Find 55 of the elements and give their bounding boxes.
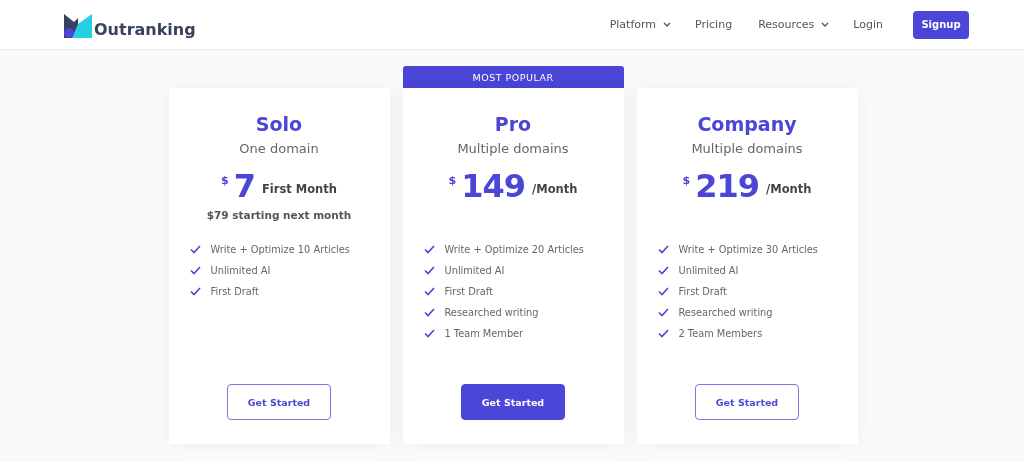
- feature-text: 2 Team Members: [678, 328, 763, 339]
- get-started-button[interactable]: Get Started: [695, 384, 799, 420]
- check-icon: [189, 245, 201, 254]
- nav-link[interactable]: Platform: [609, 18, 672, 31]
- currency-symbol: $: [221, 174, 229, 187]
- most-popular-banner: MOST POPULAR: [402, 66, 624, 88]
- price-period: /Month: [766, 182, 812, 196]
- plan-subtitle: Multiple domains: [691, 141, 803, 156]
- feature-text: 1 Team Member: [444, 328, 524, 339]
- get-started-button[interactable]: Get Started: [461, 384, 565, 420]
- price-amount: 219: [695, 168, 759, 204]
- check-icon: [423, 245, 435, 254]
- chevron-down-icon: [821, 22, 830, 27]
- feature-text: Write + Optimize 20 Articles: [444, 244, 584, 255]
- nav-link[interactable]: Resources: [758, 18, 830, 31]
- check-icon: [657, 308, 669, 317]
- check-icon: [423, 329, 435, 338]
- feature-text: Researched writing: [678, 307, 773, 318]
- price-period: /Month: [532, 182, 578, 196]
- feature-text: Unlimited AI: [210, 265, 271, 276]
- plan-subtitle: One domain: [239, 141, 319, 156]
- check-icon: [423, 287, 435, 296]
- check-icon: [657, 329, 669, 338]
- chevron-down-icon: [663, 22, 672, 27]
- check-icon: [189, 287, 201, 296]
- price-period: First Month: [261, 182, 337, 196]
- check-icon: [423, 308, 435, 317]
- plan-name: Company: [697, 112, 797, 136]
- get-started-button[interactable]: Get Started: [227, 384, 331, 420]
- feature-text: First Draft: [210, 286, 259, 297]
- currency-symbol: $: [448, 174, 457, 187]
- currency-symbol: $: [682, 174, 691, 187]
- check-icon: [423, 266, 435, 275]
- check-icon: [657, 287, 669, 296]
- signup-button[interactable]: Signup: [913, 10, 969, 39]
- price-note: $79 starting next month: [206, 209, 352, 221]
- plan-subtitle: Multiple domains: [457, 141, 569, 156]
- nav-link[interactable]: Login: [853, 18, 883, 31]
- feature-text: Write + Optimize 10 Articles: [210, 244, 350, 255]
- feature-text: First Draft: [678, 286, 727, 297]
- feature-text: Write + Optimize 30 Articles: [678, 244, 818, 255]
- feature-text: Unlimited AI: [678, 265, 739, 276]
- check-icon: [189, 266, 201, 275]
- check-icon: [657, 245, 669, 254]
- logo-icon: [64, 13, 92, 38]
- price-amount: 7: [233, 168, 255, 204]
- nav-link[interactable]: Pricing: [695, 18, 733, 31]
- brand-name[interactable]: Outranking: [94, 21, 196, 38]
- price-amount: 149: [461, 168, 525, 204]
- plan-name: Solo: [255, 112, 303, 136]
- plan-name: Pro: [494, 112, 532, 136]
- feature-text: First Draft: [444, 286, 493, 297]
- feature-text: Unlimited AI: [444, 265, 505, 276]
- check-icon: [657, 266, 669, 275]
- feature-text: Researched writing: [444, 307, 539, 318]
